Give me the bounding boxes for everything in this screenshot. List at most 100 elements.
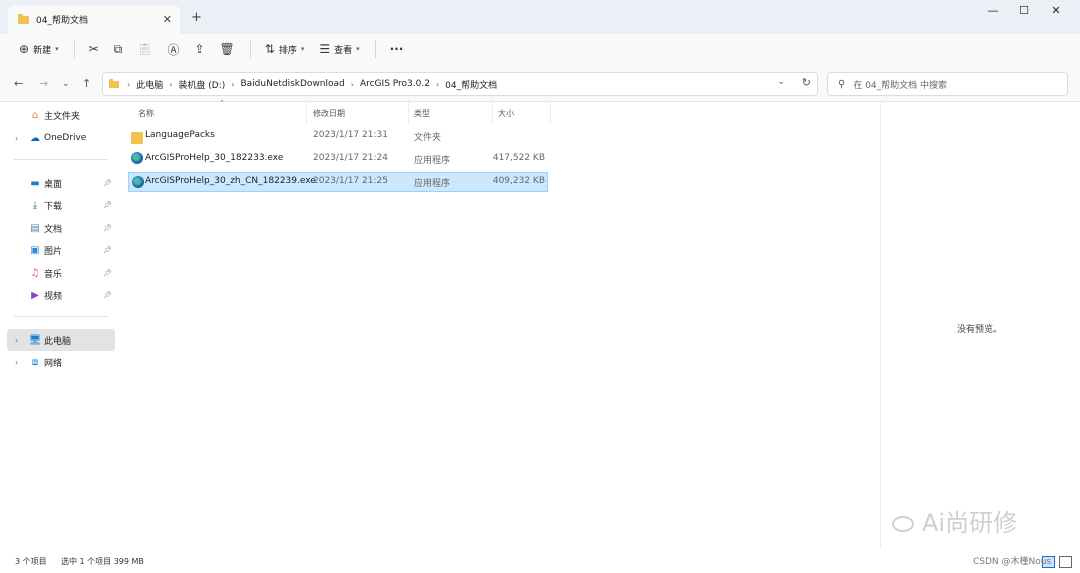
rename-button[interactable]: Ⓐ	[167, 37, 179, 61]
sidebar-item-label: 网络	[44, 358, 63, 369]
chevron-right-icon[interactable]: ›	[15, 336, 18, 345]
divider	[14, 316, 108, 317]
new-tab-button[interactable]: +	[191, 10, 202, 25]
home-icon: ⌂	[31, 109, 39, 121]
file-date: 2023/1/17 21:25	[313, 176, 388, 186]
search-box[interactable]: ⚲ 在 04_帮助文档 中搜索	[827, 72, 1068, 96]
chevron-right-icon[interactable]: ›	[15, 134, 18, 143]
desktop-icon: ▬	[30, 177, 40, 189]
minimize-button[interactable]: —	[979, 3, 1007, 19]
file-type: 应用程序	[414, 156, 451, 166]
pin-icon[interactable]: 📌︎	[103, 291, 112, 299]
sidebar-item-network[interactable]: › ⧈ 网络	[7, 351, 115, 373]
sidebar-item-label: OneDrive	[44, 133, 87, 143]
cut-button[interactable]: ✂	[89, 37, 99, 61]
pin-icon[interactable]: 📌︎	[103, 224, 112, 232]
file-name: ArcGISProHelp_30_182233.exe	[145, 153, 284, 163]
tab-close-icon[interactable]: ✕	[163, 13, 172, 26]
folder-icon	[18, 13, 29, 24]
column-divider[interactable]	[306, 102, 307, 124]
chevron-right-icon: ›	[127, 79, 131, 89]
maximize-button[interactable]: ☐	[1010, 3, 1038, 19]
cloud-icon: ☁	[30, 132, 40, 144]
rename-icon: Ⓐ	[167, 42, 180, 57]
preview-pane: 没有预览。	[880, 102, 1080, 548]
view-button[interactable]: ☰ 查看 ▾	[319, 37, 359, 61]
new-button[interactable]: ⊕ 新建 ▾	[19, 37, 59, 61]
pin-icon[interactable]: 📌︎	[103, 201, 112, 209]
divider	[14, 159, 108, 160]
back-button[interactable]: ←	[14, 77, 23, 90]
file-type: 应用程序	[414, 179, 451, 189]
view-list-icon: ☰	[319, 42, 331, 56]
folder-icon	[131, 132, 143, 144]
file-row-selected[interactable]: ArcGISProHelp_30_zh_CN_182239.exe 2023/1…	[128, 172, 548, 192]
sidebar-item-onedrive[interactable]: › ☁ OneDrive	[7, 127, 115, 149]
refresh-icon[interactable]: ↻	[802, 76, 811, 89]
chevron-right-icon: ›	[231, 79, 235, 89]
command-bar: ⊕ 新建 ▾ ✂ ⧉ 📋︎ Ⓐ ⇪ 🗑︎ ⇅ 排序 ▾ ☰ 查看 ▾ ···	[0, 34, 1080, 64]
close-button[interactable]: ✕	[1042, 3, 1070, 19]
sidebar-item-home[interactable]: ⌂ 主文件夹	[7, 104, 115, 126]
sidebar-item-this-pc[interactable]: › 🖥︎ 此电脑	[7, 329, 115, 351]
selection-info: 选中 1 个项目 399 MB	[61, 557, 144, 566]
column-header-type[interactable]: 类型	[414, 102, 430, 124]
title-bar: 04_帮助文档 ✕ + — ☐ ✕	[0, 0, 1080, 34]
address-bar[interactable]: › 此电脑 › 装机盘 (D:) › BaiduNetdiskDownload …	[102, 72, 818, 96]
file-row[interactable]: LanguagePacks 2023/1/17 21:31 文件夹	[128, 126, 548, 146]
sort-label: 排序	[278, 45, 297, 56]
chevron-right-icon[interactable]: ›	[15, 358, 18, 367]
item-count: 3 个项目	[15, 557, 47, 566]
search-icon: ⚲	[838, 78, 846, 90]
column-header-size[interactable]: 大小	[498, 102, 514, 124]
plus-circle-icon: ⊕	[19, 42, 30, 56]
column-header-name[interactable]: 名称	[138, 102, 154, 124]
folder-icon	[109, 78, 119, 88]
network-icon: ⧈	[31, 356, 39, 368]
arcgis-app-icon	[132, 176, 144, 188]
forward-button[interactable]: →	[39, 77, 48, 90]
breadcrumb-this-pc[interactable]: 此电脑	[136, 78, 163, 91]
arcgis-app-icon	[131, 152, 143, 164]
column-divider[interactable]	[492, 102, 493, 124]
more-button[interactable]: ···	[390, 37, 404, 61]
copy-button[interactable]: ⧉	[114, 37, 123, 61]
pin-icon[interactable]: 📌︎	[103, 246, 112, 254]
breadcrumb-drive[interactable]: 装机盘 (D:)	[178, 78, 225, 91]
sidebar-item-desktop[interactable]: ▬ 桌面 📌︎	[7, 172, 115, 194]
address-dropdown-icon[interactable]: ⌄	[777, 77, 785, 87]
pin-icon[interactable]: 📌︎	[103, 269, 112, 277]
document-icon: ▤	[30, 222, 40, 234]
sidebar-item-downloads[interactable]: ⤓ 下载 📌︎	[7, 194, 115, 216]
tiles-view-icon[interactable]	[1059, 556, 1072, 568]
music-icon: ♫	[30, 267, 40, 279]
delete-button[interactable]: 🗑︎	[220, 37, 235, 61]
tab-current[interactable]: 04_帮助文档 ✕	[8, 5, 180, 34]
sidebar-item-videos[interactable]: ▶ 视频 📌︎	[7, 284, 115, 306]
breadcrumb-current[interactable]: 04_帮助文档	[445, 78, 497, 91]
sidebar-item-documents[interactable]: ▤ 文档 📌︎	[7, 217, 115, 239]
sort-ascending-icon: ⌃	[219, 99, 225, 107]
separator	[73, 40, 75, 58]
copy-icon: ⧉	[113, 41, 123, 56]
pin-icon[interactable]: 📌︎	[103, 179, 112, 187]
download-icon: ⤓	[32, 199, 38, 211]
sort-button[interactable]: ⇅ 排序 ▾	[265, 37, 305, 61]
separator	[249, 40, 251, 58]
file-name: ArcGISProHelp_30_zh_CN_182239.exe	[145, 176, 316, 186]
column-divider[interactable]	[550, 102, 551, 124]
share-button[interactable]: ⇪	[194, 37, 204, 61]
file-row[interactable]: ArcGISProHelp_30_182233.exe 2023/1/17 21…	[128, 149, 548, 169]
column-header-date[interactable]: 修改日期	[313, 102, 345, 124]
more-icon: ···	[389, 42, 404, 56]
breadcrumb-download[interactable]: BaiduNetdiskDownload	[240, 79, 344, 89]
breadcrumb-arcgis[interactable]: ArcGIS Pro3.0.2	[360, 79, 430, 89]
up-button[interactable]: ↑	[82, 77, 91, 90]
file-name: LanguagePacks	[145, 130, 215, 140]
column-divider[interactable]	[408, 102, 409, 124]
recent-locations-button[interactable]: ⌄	[62, 79, 70, 89]
paste-button[interactable]: 📋︎	[137, 37, 152, 61]
file-date: 2023/1/17 21:24	[313, 153, 388, 163]
sidebar-item-pictures[interactable]: ▣ 图片 📌︎	[7, 239, 115, 261]
sidebar-item-music[interactable]: ♫ 音乐 📌︎	[7, 262, 115, 284]
